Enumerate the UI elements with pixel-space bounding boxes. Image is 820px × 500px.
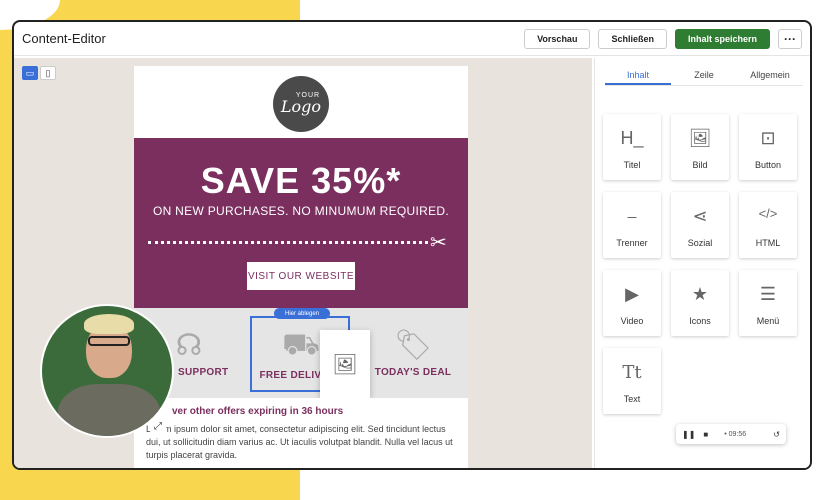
heading-icon: H_ [620,128,644,148]
pause-icon[interactable]: ❚❚ [682,430,695,439]
tile-label: Trenner [616,238,648,248]
promo-title: SAVE 35%* [200,160,402,201]
text-block[interactable]: ver other offers expiring in 36 hours Lo… [134,398,468,468]
presenter-shirt [58,384,160,436]
tab-zeile[interactable]: Zeile [671,64,737,85]
drop-here-label: Hier ablegen [274,308,330,319]
text-icon: Tt [622,362,642,383]
tile-label: Bild [692,160,708,170]
feature-deal: 🏷 TODAY'S DEAL [358,308,468,398]
desktop-icon[interactable]: ▭ [22,66,38,80]
tile-video[interactable]: ▶ Video [603,270,661,336]
close-button[interactable]: Schließen [598,28,667,49]
menu-icon: ☰ [759,284,777,304]
tile-label: Titel [623,160,641,170]
device-toggle: ▭ ▯ [22,66,56,80]
tile-label: Button [754,160,782,170]
video-icon: ▶ [625,284,639,304]
tile-label: Sozial [687,238,713,248]
tile-icons[interactable]: ★ Icons [671,270,729,336]
text-body: Lorem ipsum dolor sit amet, consectetur … [146,424,453,460]
divider-icon: ⎯ [627,206,637,226]
feature-label: TODAY'S DEAL [374,367,452,378]
feature-label: SUPPORT [178,367,229,378]
tag-icon: 🏷 [393,329,433,362]
save-button[interactable]: Inhalt speichern [674,28,770,49]
dragged-image-block[interactable]: 🖼 [320,330,370,398]
app-title: Content-Editor [22,31,106,46]
tile-label: Text [623,394,641,404]
recording-time: • 09:56 [724,430,747,438]
recording-controls: ❚❚ ■ • 09:56 ↺ [676,424,786,444]
logo-text: Logo [280,97,322,116]
more-options-button[interactable]: ··· [778,28,802,49]
image-icon: 🖼 [332,353,358,376]
dotted-divider [148,241,428,244]
star-icon: ★ [691,284,709,304]
tile-trenner[interactable]: ⎯ Trenner [603,192,661,258]
promo-banner[interactable]: SAVE 35%* ON NEW PURCHASES. NO MINUMUM R… [134,138,468,308]
tile-sozial[interactable]: ⋖ Sozial [671,192,729,258]
mobile-icon[interactable]: ▯ [40,66,56,80]
scissors-icon: ✂ [430,232,447,254]
tile-label: Icons [689,316,711,326]
tile-menu[interactable]: ☰ Menü [739,270,797,336]
preview-button[interactable]: Vorschau [524,28,591,49]
tab-allgemein[interactable]: Allgemein [737,64,803,85]
button-icon: ⊡ [760,128,776,148]
tile-titel[interactable]: H_ Titel [603,114,661,180]
expand-icon[interactable]: ⤢ [150,418,166,434]
visit-website-button[interactable]: VISIT OUR WEBSITE [247,262,355,290]
tab-inhalt[interactable]: Inhalt [605,64,671,85]
tile-button[interactable]: ⊡ Button [739,114,797,180]
logo[interactable]: YOUR Logo [273,76,329,132]
email-preview: YOUR Logo SAVE 35%* ON NEW PURCHASES. NO… [134,66,468,468]
tile-html[interactable]: </> HTML [739,192,797,258]
restart-icon[interactable]: ↺ [773,430,780,439]
panel-tabs: Inhalt Zeile Allgemein [605,64,803,86]
stop-icon[interactable]: ■ [703,430,708,439]
share-icon: ⋖ [692,206,708,226]
image-icon: 🖼 [688,128,712,148]
code-icon: </> [758,206,778,221]
tile-label: Video [620,316,644,326]
presenter-hair [84,314,134,334]
promo-subtitle: ON NEW PURCHASES. NO MINUMUM REQUIRED. [152,204,450,218]
tile-label: HTML [755,238,781,248]
content-panel: Inhalt Zeile Allgemein H_ Titel 🖼 Bild ⊡… [594,58,810,468]
tile-text[interactable]: Tt Text [603,348,661,414]
text-heading: ver other offers expiring in 36 hours [172,406,344,417]
tile-label: Menü [756,316,780,326]
features-row[interactable]: ☊ SUPPORT ⛟ FREE DELIVERY 🏷 TODAY'S DEAL… [134,308,468,398]
top-bar: Content-Editor Vorschau Schließen Inhalt… [14,22,810,56]
presenter-glasses [88,336,130,346]
tile-bild[interactable]: 🖼 Bild [671,114,729,180]
